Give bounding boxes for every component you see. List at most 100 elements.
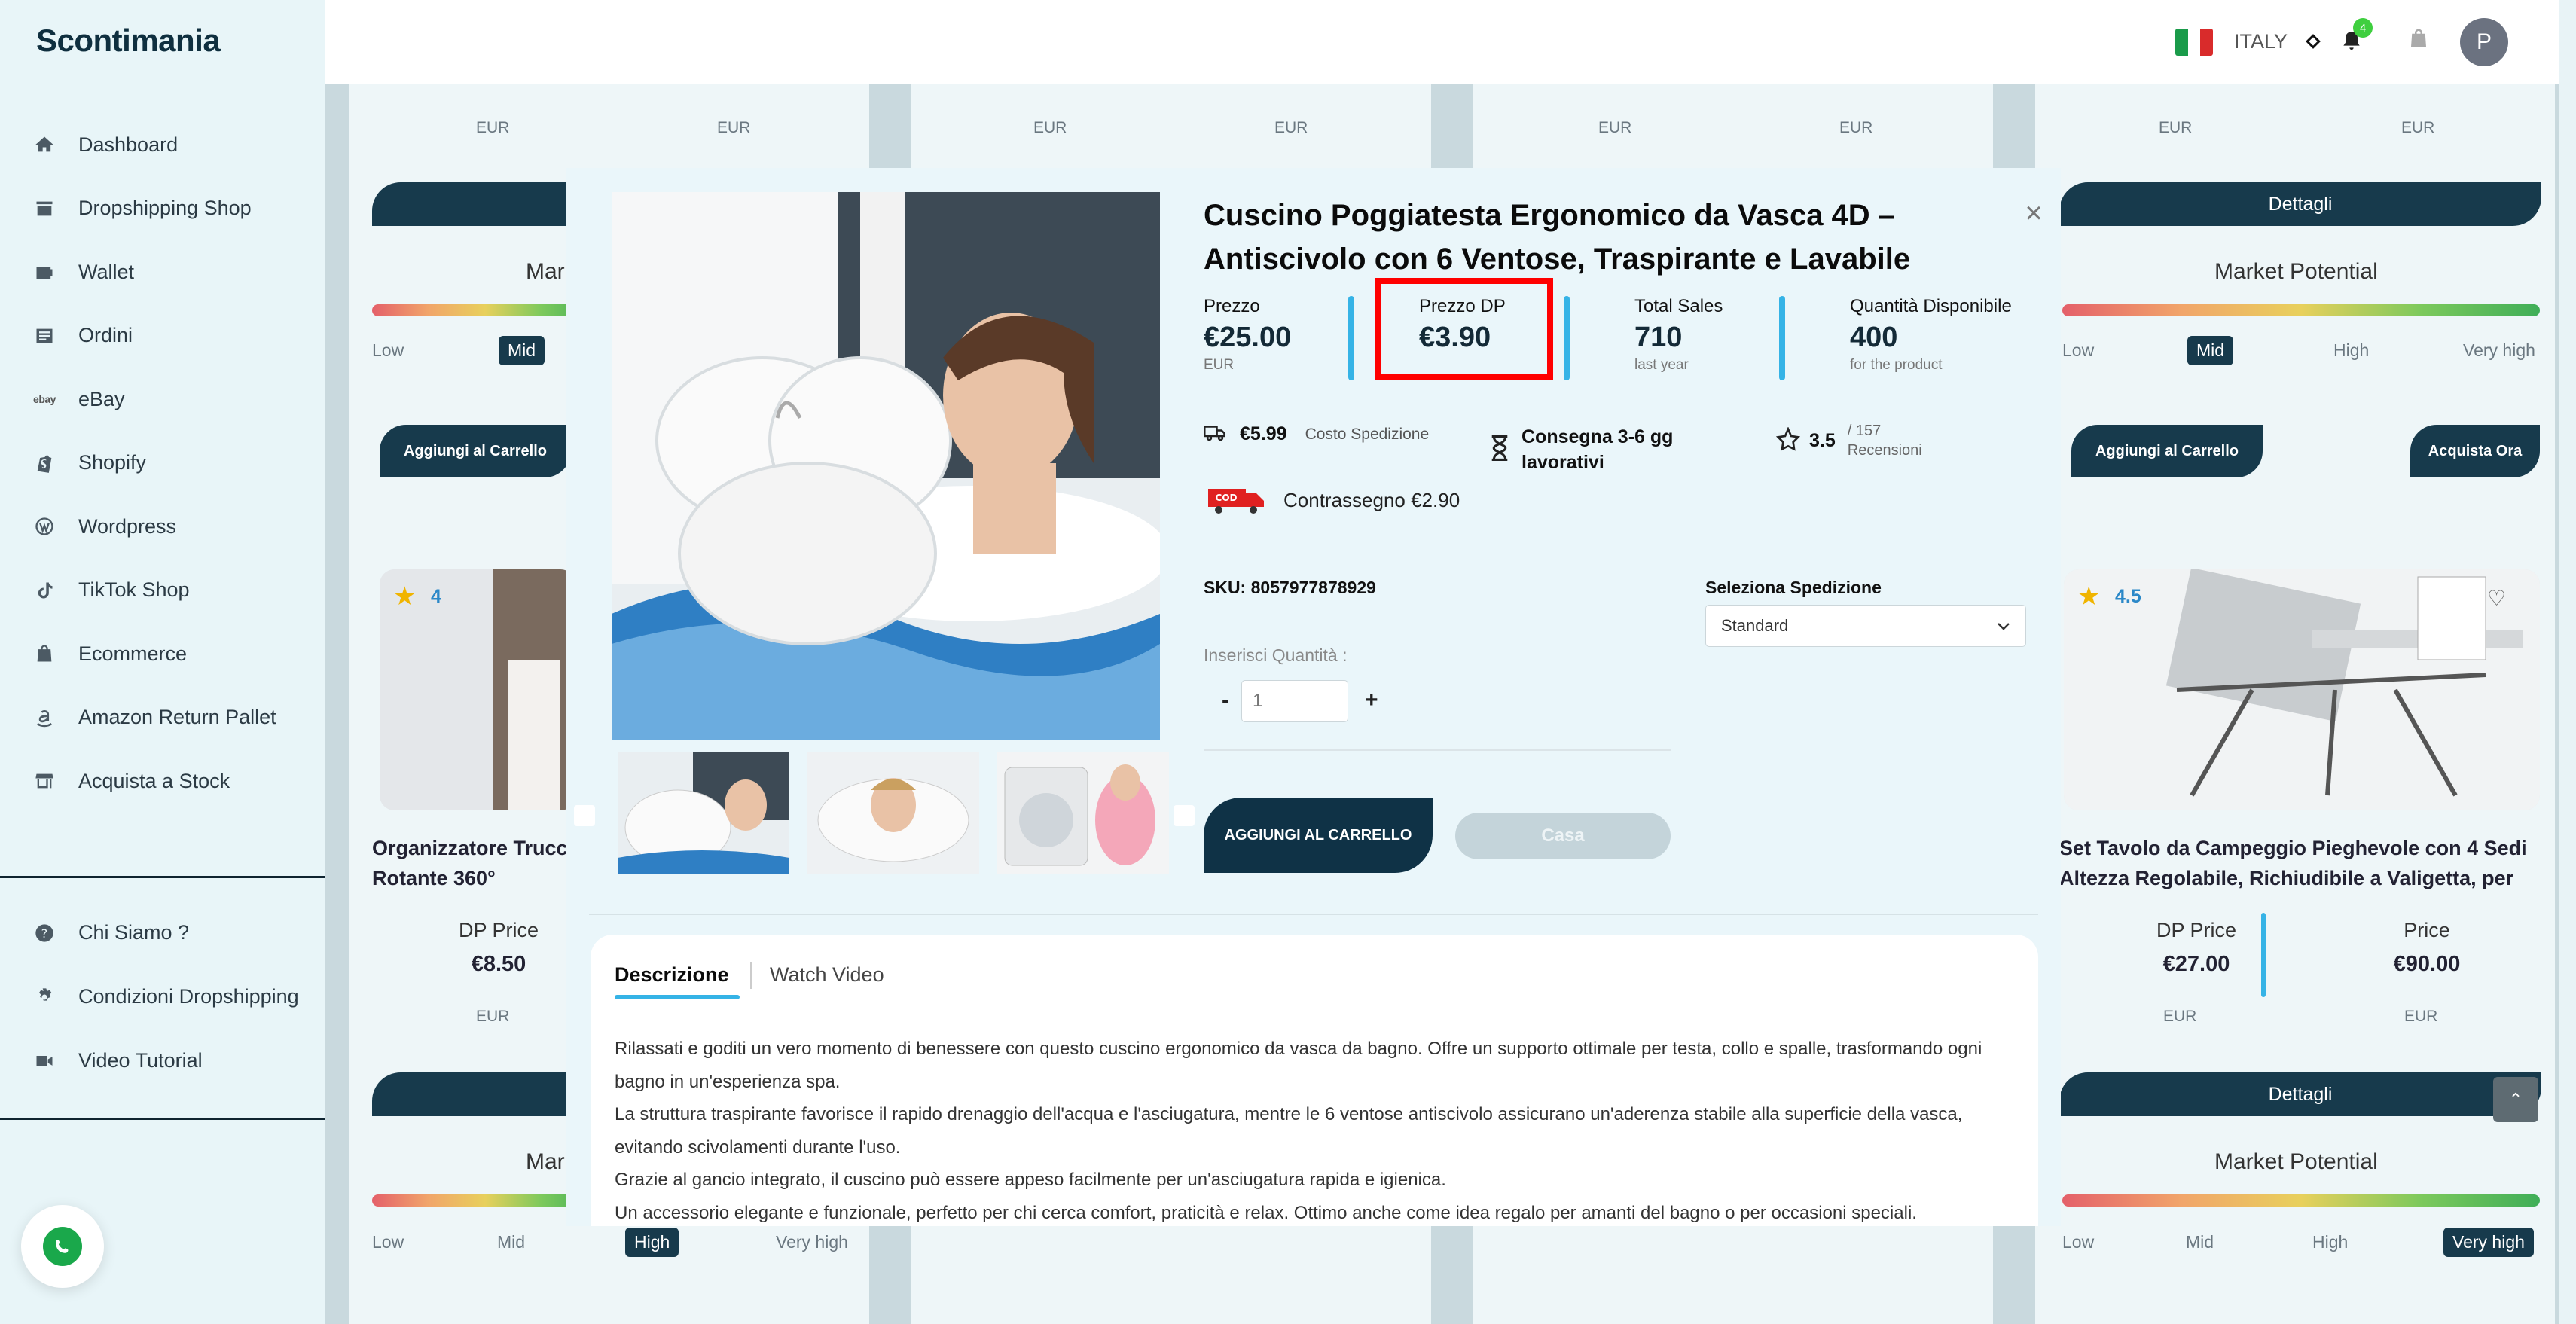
description-text: Rilassati e goditi un vero momento di be… xyxy=(615,1033,2023,1226)
sidebar-item-dropshipping-shop[interactable]: Dropshipping Shop xyxy=(0,177,325,241)
italy-flag-icon[interactable] xyxy=(2175,29,2213,56)
cod-row: COD Contrassegno €2.90 xyxy=(1204,486,1460,514)
stat-sub: for the product xyxy=(1850,357,1943,373)
currency-label: EUR xyxy=(476,119,510,136)
whatsapp-button[interactable] xyxy=(21,1205,104,1288)
sidebar-item-chi-siamo[interactable]: ? Chi Siamo ? xyxy=(0,901,325,965)
details-button[interactable]: Dettagli xyxy=(2059,1072,2541,1116)
level-low: Low xyxy=(372,1232,404,1252)
stat-label: Prezzo xyxy=(1204,296,1260,316)
buy-now-button[interactable]: Acquista Ora xyxy=(2410,425,2540,477)
product-title[interactable]: Organizzatore Trucc Rotante 360° xyxy=(372,833,598,893)
details-button[interactable]: Dettagli xyxy=(2059,182,2541,226)
sidebar-item-ecommerce[interactable]: Ecommerce xyxy=(0,622,325,686)
product-rating: 4 xyxy=(431,586,441,607)
product-main-image[interactable] xyxy=(612,192,1160,740)
sidebar-item-label: Dashboard xyxy=(78,133,179,156)
quantity-plus-button[interactable]: + xyxy=(1365,688,1378,713)
close-icon[interactable]: × xyxy=(2019,198,2049,228)
cod-label: Contrassegno €2.90 xyxy=(1283,488,1460,511)
market-potential-bar xyxy=(372,304,598,316)
dp-price-label: DP Price xyxy=(458,919,539,941)
scroll-to-top-button[interactable]: ⌃ xyxy=(2493,1077,2538,1122)
sidebar-divider xyxy=(0,876,325,878)
currency-label: EUR xyxy=(717,119,751,136)
market-potential-label: Market Potential xyxy=(2214,1149,2378,1174)
stat-value: €25.00 xyxy=(1204,322,1292,353)
market-potential-label: Mar xyxy=(526,259,565,284)
sidebar-item-video-tutorial[interactable]: Video Tutorial xyxy=(0,1029,325,1093)
market-potential-bar xyxy=(372,1194,598,1207)
add-to-cart-button[interactable]: AGGIUNGI AL CARRELLO xyxy=(1204,798,1433,873)
thumbnail-next-button[interactable] xyxy=(1174,805,1195,826)
dp-price-value: €27.00 xyxy=(2162,952,2230,976)
sidebar-item-label: Acquista a Stock xyxy=(78,769,230,792)
sidebar-item-ordini[interactable]: Ordini xyxy=(0,304,325,368)
price-label: Price xyxy=(2404,919,2450,941)
rating-row: 3.5 / 157 Recensioni xyxy=(1775,421,1922,460)
currency-label: EUR xyxy=(1274,119,1308,136)
level-high: High xyxy=(2312,1232,2349,1252)
avatar[interactable]: P xyxy=(2460,18,2508,66)
market-potential-bar xyxy=(2062,1194,2540,1207)
sidebar-item-acquista-a-stock[interactable]: Acquista a Stock xyxy=(0,749,325,813)
description-paragraph: Un accessorio elegante e funzionale, per… xyxy=(615,1202,1917,1223)
video-icon xyxy=(33,1050,56,1072)
sidebar-item-shopify[interactable]: Shopify xyxy=(0,432,325,496)
quantity-minus-button[interactable]: - xyxy=(1222,688,1229,713)
country-label[interactable]: ITALY xyxy=(2234,30,2288,53)
sidebar-item-wordpress[interactable]: Wordpress xyxy=(0,495,325,559)
product-title[interactable]: Set Tavolo da Campeggio Pieghevole con 4… xyxy=(2059,833,2526,893)
details-button[interactable] xyxy=(372,1072,598,1116)
sidebar-item-condizioni[interactable]: Condizioni Dropshipping xyxy=(0,965,325,1029)
thumbnail-prev-button[interactable] xyxy=(574,805,595,826)
cart-icon[interactable] xyxy=(2407,26,2430,51)
app-logo[interactable]: Scontimania xyxy=(36,23,221,59)
tab-watch-video[interactable]: Watch Video xyxy=(770,963,884,987)
stat-separator xyxy=(1564,296,1570,380)
description-paragraph: Grazie al gancio integrato, il cuscino p… xyxy=(615,1170,1446,1190)
sidebar-item-dashboard[interactable]: Dashboard xyxy=(0,113,325,177)
sidebar-item-ebay[interactable]: ebay eBay xyxy=(0,368,325,432)
chevron-down-icon xyxy=(1997,616,2010,636)
sidebar-item-label: Amazon Return Pallet xyxy=(78,706,276,729)
shipping-select[interactable]: Standard xyxy=(1705,605,2026,647)
level-low: Low xyxy=(2062,340,2095,360)
price-value: €90.00 xyxy=(2393,952,2461,976)
product-title: Cuscino Poggiatesta Ergonomico da Vasca … xyxy=(1204,199,1911,276)
star-icon: ★ xyxy=(2077,582,2101,611)
thumbnail-2[interactable] xyxy=(807,752,979,874)
sku-label: SKU: 8057977878929 xyxy=(1204,578,1376,597)
add-to-cart-button[interactable]: Aggiungi al Carrello xyxy=(2071,425,2263,477)
sidebar-item-tiktok-shop[interactable]: TikTok Shop xyxy=(0,559,325,623)
heart-icon[interactable]: ♡ xyxy=(2487,586,2506,611)
stat-quantita: Quantità Disponibile 400 for the product xyxy=(1850,296,2012,374)
thumbnail-1[interactable] xyxy=(618,752,789,874)
level-high: High xyxy=(625,1228,679,1257)
shopify-icon xyxy=(33,452,56,474)
category-button[interactable]: Casa xyxy=(1455,813,1671,859)
tab-description[interactable]: Descrizione xyxy=(615,963,729,987)
stat-sub: EUR xyxy=(1204,357,1235,373)
stat-value: 710 xyxy=(1634,322,1683,353)
sidebar-item-label: eBay xyxy=(78,387,125,410)
add-to-cart-button[interactable]: Aggiungi al Carrello xyxy=(380,425,571,477)
currency-label: EUR xyxy=(1839,119,1873,136)
sidebar-item-wallet[interactable]: Wallet xyxy=(0,240,325,304)
stat-value: 400 xyxy=(1850,322,1898,353)
rating-value: 3.5 xyxy=(1809,429,1836,451)
topbar xyxy=(325,0,2559,84)
cod-truck-icon: COD xyxy=(1204,486,1267,514)
reviews-count: / 157 Recensioni xyxy=(1848,421,1922,460)
quantity-input[interactable] xyxy=(1241,680,1348,722)
level-very-high: Very high xyxy=(2443,1228,2534,1257)
sidebar-item-amazon-return-pallet[interactable]: Amazon Return Pallet xyxy=(0,686,325,750)
details-button[interactable] xyxy=(372,182,598,226)
truck-icon xyxy=(1204,423,1226,446)
amazon-icon xyxy=(33,706,56,729)
currency-label: EUR xyxy=(2404,1008,2438,1025)
stat-total-sales: Total Sales 710 last year xyxy=(1634,296,1723,374)
currency-label: EUR xyxy=(1598,119,1632,136)
thumbnail-3[interactable] xyxy=(997,752,1169,874)
prezzo-dp-highlight-box xyxy=(1375,278,1553,380)
